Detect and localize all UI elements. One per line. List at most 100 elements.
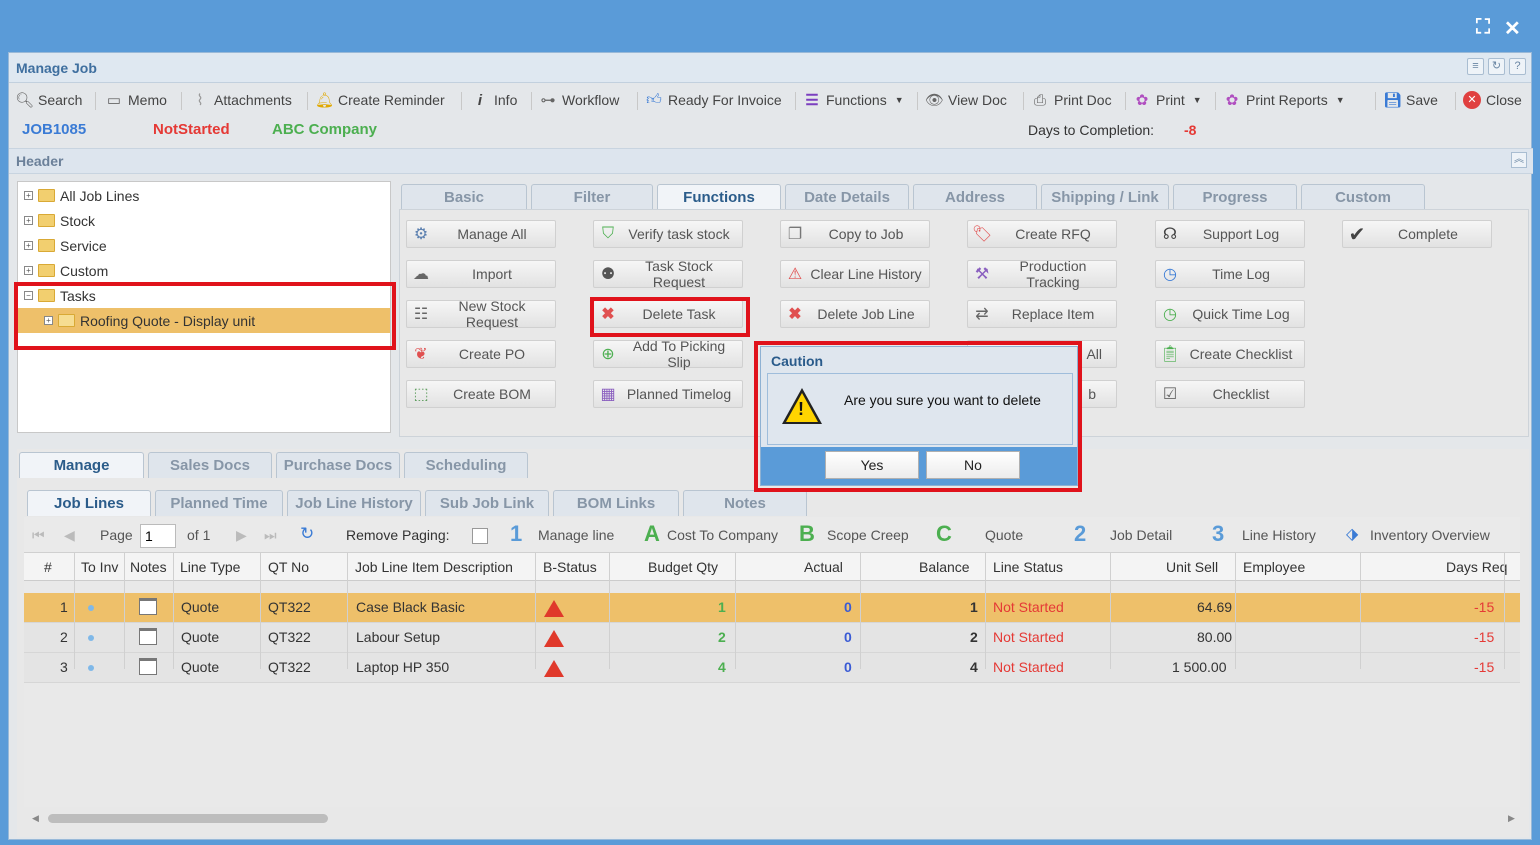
complete-button[interactable]: ✔ Complete <box>1342 220 1492 248</box>
table-row[interactable]: 1 Quote QT322 Case Black Basic 1 0 1 Not… <box>24 593 1520 623</box>
print-reports-menu-button[interactable]: ✿ Print Reports ▼ <box>1223 90 1345 110</box>
help-icon[interactable]: ? <box>1509 58 1526 75</box>
col-line-status[interactable]: Line Status <box>993 559 1063 575</box>
tab-sales-docs[interactable]: Sales Docs <box>148 452 272 478</box>
expand-icon[interactable]: + <box>24 266 33 275</box>
tab-purchase-docs[interactable]: Purchase Docs <box>276 452 400 478</box>
attachments-button[interactable]: ⌇ Attachments <box>191 90 292 110</box>
tab-job-lines[interactable]: Job Lines <box>27 490 151 516</box>
col-description[interactable]: Job Line Item Description <box>355 559 513 575</box>
col-days-req[interactable]: Days Req <box>1446 559 1507 575</box>
task-stock-request-button[interactable]: ⚉ Task Stock Request <box>593 258 743 290</box>
yes-button[interactable]: Yes <box>825 451 919 479</box>
checklist-button[interactable]: ☑ Checklist <box>1155 380 1305 408</box>
production-tracking-button[interactable]: ⚒ Production Tracking <box>967 258 1117 290</box>
create-reminder-button[interactable]: 🔔︎ Create Reminder <box>315 90 445 110</box>
tab-filter[interactable]: Filter <box>531 184 653 210</box>
create-bom-button[interactable]: ⬚ Create BOM <box>406 380 556 408</box>
legend-cost-to-company[interactable]: Cost To Company <box>667 527 778 543</box>
expand-icon[interactable]: + <box>24 241 33 250</box>
list-view-icon[interactable]: ≡ <box>1467 58 1484 75</box>
tree-node-service[interactable]: + Service <box>18 233 390 258</box>
tab-functions[interactable]: Functions <box>657 184 781 210</box>
expand-icon[interactable]: + <box>44 316 53 325</box>
legend-line-history[interactable]: Line History <box>1242 527 1316 543</box>
functions-menu-button[interactable]: ☰ Functions ▼ <box>803 90 903 110</box>
print-menu-button[interactable]: ✿ Print ▼ <box>1133 90 1202 110</box>
last-page-icon[interactable]: ⏭ <box>264 527 277 544</box>
add-to-picking-slip-button[interactable]: ⊕ Add To Picking Slip <box>593 338 743 370</box>
collapse-icon[interactable]: ︽ <box>1511 152 1527 168</box>
tab-notes[interactable]: Notes <box>683 490 807 516</box>
col-b-status[interactable]: B-Status <box>543 559 597 575</box>
close-button[interactable]: ✕ Close <box>1463 90 1522 110</box>
create-rfq-button[interactable]: 🏷︎ Create RFQ <box>967 220 1117 248</box>
col-to-inv[interactable]: To Inv <box>81 559 118 575</box>
scroll-right-icon[interactable]: ▶ <box>1508 813 1515 824</box>
table-row[interactable]: 2 Quote QT322 Labour Setup 2 0 2 Not Sta… <box>24 623 1520 653</box>
verify-task-stock-button[interactable]: ⛉ Verify task stock <box>593 220 743 248</box>
new-stock-request-button[interactable]: ☷ New Stock Request <box>406 298 556 330</box>
prev-page-icon[interactable]: ◀ <box>64 527 75 544</box>
col-budget-qty[interactable]: Budget Qty <box>648 559 718 575</box>
legend-job-detail[interactable]: Job Detail <box>1110 527 1172 543</box>
print-doc-button[interactable]: ⎙ Print Doc <box>1031 90 1112 110</box>
to-inv-dot-icon[interactable] <box>88 605 94 611</box>
fullscreen-icon[interactable]: ⛶ <box>1476 16 1490 39</box>
tab-basic[interactable]: Basic <box>401 184 527 210</box>
memo-button[interactable]: ▭ Memo <box>105 90 167 110</box>
import-button[interactable]: ☁︎ Import <box>406 260 556 288</box>
refresh-icon[interactable]: ↻ <box>1488 58 1505 75</box>
col-number[interactable]: # <box>44 559 52 575</box>
col-actual[interactable]: Actual <box>804 559 843 575</box>
legend-quote[interactable]: Quote <box>985 527 1023 543</box>
no-button[interactable]: No <box>926 451 1020 479</box>
manage-all-button[interactable]: ⚙︎ Manage All <box>406 220 556 248</box>
header-section-bar[interactable]: Header ︽ <box>9 148 1533 174</box>
tab-shipping-link[interactable]: Shipping / Link <box>1041 184 1169 210</box>
col-line-type[interactable]: Line Type <box>180 559 240 575</box>
tab-sub-job-link[interactable]: Sub Job Link <box>425 490 549 516</box>
copy-to-job-button[interactable]: ❐ Copy to Job <box>780 220 930 248</box>
tab-planned-time[interactable]: Planned Time <box>155 490 283 516</box>
support-log-button[interactable]: ☊ Support Log <box>1155 220 1305 248</box>
legend-scope-creep[interactable]: Scope Creep <box>827 527 909 543</box>
refresh-grid-icon[interactable]: ↻ <box>300 524 314 544</box>
scroll-thumb[interactable] <box>48 814 328 823</box>
delete-job-line-button[interactable]: ✖ Delete Job Line <box>780 300 930 328</box>
to-inv-dot-icon[interactable] <box>88 635 94 641</box>
notes-icon[interactable] <box>139 658 157 675</box>
next-page-icon[interactable]: ▶ <box>236 527 247 544</box>
tab-bom-links[interactable]: BOM Links <box>553 490 679 516</box>
col-balance[interactable]: Balance <box>919 559 970 575</box>
tab-scheduling[interactable]: Scheduling <box>404 452 528 478</box>
tab-manage[interactable]: Manage <box>19 452 144 478</box>
tab-date-details[interactable]: Date Details <box>785 184 909 210</box>
info-button[interactable]: i Info <box>471 90 517 110</box>
create-checklist-button[interactable]: 📋︎ Create Checklist <box>1155 340 1305 368</box>
first-page-icon[interactable]: ⏮ <box>32 527 45 544</box>
col-unit-sell[interactable]: Unit Sell <box>1166 559 1218 575</box>
planned-timelog-button[interactable]: ▦ Planned Timelog <box>593 380 743 408</box>
tree-node-all-job-lines[interactable]: + All Job Lines <box>18 183 390 208</box>
tree-node-stock[interactable]: + Stock <box>18 208 390 233</box>
notes-icon[interactable] <box>139 598 157 615</box>
horizontal-scrollbar[interactable]: ◀ ▶ <box>24 812 1520 826</box>
clear-line-history-button[interactable]: ⚠︎ Clear Line History <box>780 260 930 288</box>
table-row[interactable]: 3 Quote QT322 Laptop HP 350 4 0 4 Not St… <box>24 653 1520 683</box>
create-po-button[interactable]: ❦ Create PO <box>406 340 556 368</box>
tab-address[interactable]: Address <box>913 184 1037 210</box>
inventory-overview-link[interactable]: Inventory Overview <box>1370 527 1490 543</box>
page-input[interactable] <box>140 524 176 548</box>
quick-time-log-button[interactable]: ◷ Quick Time Log <box>1155 300 1305 328</box>
tree-node-custom[interactable]: + Custom <box>18 258 390 283</box>
notes-icon[interactable] <box>139 628 157 645</box>
expand-icon[interactable]: + <box>24 191 33 200</box>
tab-progress[interactable]: Progress <box>1173 184 1297 210</box>
tab-job-line-history[interactable]: Job Line History <box>287 490 421 516</box>
workflow-button[interactable]: ⊶ Workflow <box>539 90 620 110</box>
replace-item-button[interactable]: ⇄ Replace Item <box>967 300 1117 328</box>
delete-task-button[interactable]: ✖ Delete Task <box>593 300 743 328</box>
col-qt-no[interactable]: QT No <box>268 559 309 575</box>
remove-paging-checkbox[interactable] <box>472 528 488 544</box>
